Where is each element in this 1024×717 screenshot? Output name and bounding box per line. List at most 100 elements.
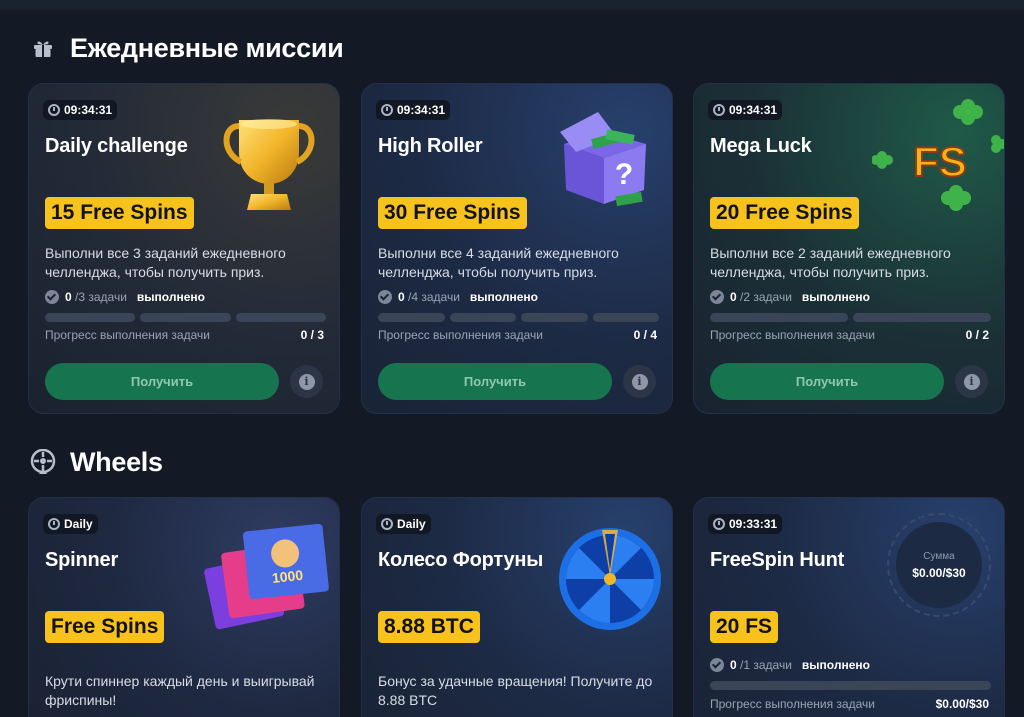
card-description: Выполни все 4 заданий ежедневного челлен…	[378, 245, 619, 280]
card-description: Бонус за удачные вращения! Получите до 8…	[378, 673, 653, 708]
fs-art-text: FS	[913, 138, 967, 185]
card-title: Daily challenge	[45, 135, 188, 157]
missions-section-header: Ежедневные миссии	[30, 28, 344, 68]
clock-icon	[381, 104, 393, 116]
mission-card-daily-challenge: 09:34:31 Daily challenge 15 Free Spins В…	[28, 83, 340, 414]
mystery-box-icon: ?	[560, 112, 646, 207]
tasks-done: 0	[730, 658, 737, 672]
svg-text:?: ?	[615, 158, 633, 191]
progress-segments	[378, 313, 659, 322]
claim-button[interactable]: Получить	[45, 363, 279, 400]
progress-value: $0.00/$30	[935, 697, 989, 711]
reward-badge: 15 Free Spins	[45, 197, 194, 229]
fs-clover-icon: FS	[872, 99, 1004, 211]
timer-text: Daily	[64, 517, 93, 531]
reward-badge: 30 Free Spins	[378, 197, 527, 229]
card-title: Колесо Фортуны	[378, 549, 544, 571]
sum-label: Сумма	[923, 550, 955, 562]
reward-badge: 20 FS	[710, 611, 779, 643]
tasks-total: /2 задачи	[740, 290, 792, 304]
timer-badge: 09:34:31	[376, 100, 451, 120]
progress-value: 0 / 2	[965, 328, 989, 342]
card-title: Mega Luck	[710, 135, 812, 157]
sum-value: $0.00/$30	[912, 565, 966, 580]
tasks-total: /1 задачи	[740, 658, 792, 672]
info-icon: i	[298, 373, 315, 390]
timer-text: 09:34:31	[729, 103, 778, 117]
clock-icon	[48, 518, 60, 530]
mission-card-mega-luck: 09:34:31 Mega Luck FS 20 Free Spins Выпо…	[693, 83, 1005, 414]
wheel-icon	[30, 449, 56, 475]
info-icon: i	[963, 373, 980, 390]
progress-bar	[710, 681, 991, 690]
done-label: выполнено	[469, 290, 538, 304]
clock-icon	[381, 518, 393, 530]
reward-badge: Free Spins	[45, 611, 165, 643]
timer-text: Daily	[397, 517, 426, 531]
check-icon	[378, 290, 392, 304]
progress-label: Прогресс выполнения задачи	[710, 697, 875, 711]
clock-icon	[48, 104, 60, 116]
progress-label: Прогресс выполнения задачи	[378, 328, 543, 342]
progress-value: 0 / 4	[633, 328, 657, 342]
info-button[interactable]: i	[290, 365, 323, 398]
task-status: 0 /2 задачи выполнено	[710, 290, 870, 304]
claim-button[interactable]: Получить	[378, 363, 612, 400]
info-button[interactable]: i	[623, 365, 656, 398]
task-status: 0 /4 задачи выполнено	[378, 290, 538, 304]
timer-badge: Daily	[376, 514, 431, 534]
sum-circle: Сумма $0.00/$30	[887, 513, 991, 617]
info-icon: i	[631, 373, 648, 390]
task-status: 0 /1 задачи выполнено	[710, 658, 870, 672]
card-title: Spinner	[45, 549, 119, 571]
check-icon	[45, 290, 59, 304]
trophy-icon	[223, 119, 315, 210]
card-description: Выполни все 2 заданий ежедневного челлен…	[710, 245, 951, 280]
timer-text: 09:34:31	[64, 103, 113, 117]
info-button[interactable]: i	[955, 365, 988, 398]
tasks-done: 0	[65, 290, 72, 304]
timer-text: 09:33:31	[729, 517, 778, 531]
section-title: Wheels	[70, 446, 163, 477]
reward-badge: 20 Free Spins	[710, 197, 859, 229]
tasks-total: /3 задачи	[75, 290, 127, 304]
card-description: Крути спиннер каждый день и выигрывай фр…	[45, 673, 315, 708]
progress-segments	[45, 313, 326, 322]
wheels-section-header: Wheels	[30, 442, 163, 482]
fortune-wheel-icon	[559, 528, 661, 630]
task-status: 0 /3 задачи выполнено	[45, 290, 205, 304]
cards-art-text: 1000	[271, 567, 304, 586]
game-cards-icon: 1000	[204, 523, 329, 630]
done-label: выполнено	[801, 658, 870, 672]
card-description: Выполни все 3 заданий ежедневного челлен…	[45, 245, 286, 280]
tasks-done: 0	[398, 290, 405, 304]
card-title: FreeSpin Hunt	[710, 549, 845, 571]
done-label: выполнено	[801, 290, 870, 304]
progress-label: Прогресс выполнения задачи	[710, 328, 875, 342]
timer-badge: 09:34:31	[43, 100, 118, 120]
clock-icon	[713, 104, 725, 116]
progress-label: Прогресс выполнения задачи	[45, 328, 210, 342]
check-icon	[710, 658, 724, 672]
progress-value: 0 / 3	[300, 328, 324, 342]
clock-icon	[713, 518, 725, 530]
wheel-card-fortune: Daily Колесо Фортуны 8.88 BTC Бонус за у…	[361, 497, 673, 717]
check-icon	[710, 290, 724, 304]
gift-icon	[30, 35, 56, 61]
wheel-card-freespin-hunt: 09:33:31 FreeSpin Hunt Сумма $0.00/$30 2…	[693, 497, 1005, 717]
tasks-total: /4 задачи	[408, 290, 460, 304]
timer-text: 09:34:31	[397, 103, 446, 117]
timer-badge: Daily	[43, 514, 98, 534]
timer-badge: 09:34:31	[708, 100, 783, 120]
card-title: High Roller	[378, 135, 483, 157]
top-bar	[0, 0, 1024, 10]
timer-badge: 09:33:31	[708, 514, 783, 534]
progress-segments	[710, 313, 991, 322]
wheel-card-spinner: Daily Spinner 1000 Free Spins Крути спин…	[28, 497, 340, 717]
section-title: Ежедневные миссии	[70, 32, 344, 63]
done-label: выполнено	[136, 290, 205, 304]
mission-card-high-roller: 09:34:31 High Roller ? 30 Free Spins Вып…	[361, 83, 673, 414]
reward-badge: 8.88 BTC	[378, 611, 480, 643]
tasks-done: 0	[730, 290, 737, 304]
claim-button[interactable]: Получить	[710, 363, 944, 400]
